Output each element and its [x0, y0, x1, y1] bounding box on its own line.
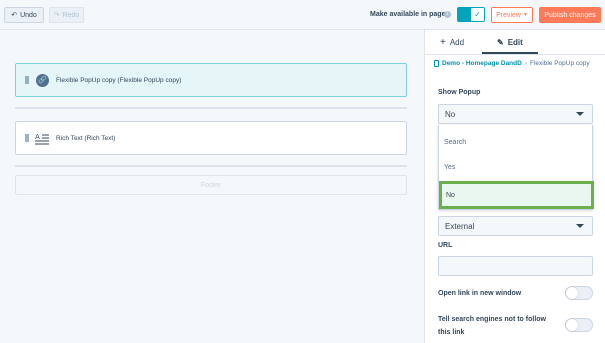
document-icon: [434, 60, 439, 67]
module-label: Flexible PopUp copy (Flexible PopUp copy…: [56, 76, 182, 84]
url-label: URL: [438, 242, 453, 249]
caret-down-icon: [576, 112, 584, 116]
chevron-down-icon: ▼: [522, 12, 528, 18]
pencil-icon: ✎: [497, 37, 504, 47]
show-popup-dropdown: Search Yes No: [438, 125, 594, 210]
undo-label: Undo: [20, 11, 37, 19]
tab-add-label: Add: [449, 37, 465, 47]
undo-button[interactable]: ↶ Undo: [4, 7, 44, 23]
toggle-knob: [566, 287, 578, 299]
plus-icon: +: [440, 36, 446, 48]
dropdown-option-yes[interactable]: Yes: [444, 164, 455, 171]
breadcrumb: Demo - Homepage DandD › Flexible PopUp c…: [434, 60, 590, 67]
footer-label: Footer: [200, 181, 222, 189]
drag-handle-icon[interactable]: [25, 76, 29, 84]
show-popup-label: Show Popup: [438, 89, 481, 96]
show-popup-select[interactable]: No: [438, 104, 593, 124]
module-label: Rich Text (Rich Text): [56, 134, 116, 142]
module-rich-text[interactable]: A Rich Text (Rich Text): [15, 121, 407, 155]
dropdown-option-no[interactable]: No: [439, 181, 594, 209]
link-icon: 🔗: [36, 73, 49, 87]
redo-label: Redo: [62, 11, 80, 19]
link-type-value: External: [445, 221, 475, 231]
dropdown-option-no-label: No: [446, 191, 455, 199]
footer-section: Footer: [15, 175, 407, 195]
make-available-label: Make available in pages: [370, 11, 450, 18]
breadcrumb-parent-link[interactable]: Demo - Homepage DandD: [442, 60, 522, 67]
preview-button[interactable]: Preview ▼: [491, 7, 533, 23]
preview-label: Preview: [496, 11, 521, 19]
module-flexible-popup[interactable]: 🔗 Flexible PopUp copy (Flexible PopUp co…: [15, 63, 407, 97]
breadcrumb-separator-icon: ›: [524, 60, 527, 67]
url-input[interactable]: [438, 256, 593, 276]
tab-edit-label: Edit: [507, 37, 523, 47]
drop-separator: [15, 107, 407, 109]
breadcrumb-current: Flexible PopUp copy: [530, 60, 590, 67]
tab-edit[interactable]: ✎ Edit: [497, 30, 523, 54]
drop-separator: [15, 165, 407, 167]
link-type-select[interactable]: External: [438, 216, 593, 236]
tab-divider: [425, 54, 605, 55]
open-new-window-label: Open link in new window: [438, 290, 522, 297]
drag-handle-icon[interactable]: [25, 134, 29, 142]
make-available-toggle[interactable]: ✓: [457, 7, 485, 22]
undo-icon: ↶: [11, 12, 18, 19]
tab-add[interactable]: + Add: [440, 30, 464, 54]
publish-button[interactable]: Publish changes: [539, 7, 601, 23]
check-icon: ✓: [471, 8, 484, 21]
no-follow-label: Tell search engines not to follow this l…: [438, 316, 546, 336]
edit-sidebar: + Add ✎ Edit Demo - Homepage DandD › Fle…: [424, 30, 605, 343]
redo-button[interactable]: ↷ Redo: [49, 7, 84, 23]
info-icon[interactable]: i: [444, 11, 451, 18]
svg-text:A: A: [35, 133, 40, 141]
top-toolbar: ↶ Undo ↷ Redo Make available in pages i …: [0, 0, 605, 30]
dropdown-search-input[interactable]: Search: [444, 139, 466, 146]
open-new-window-toggle[interactable]: [565, 286, 593, 300]
publish-label: Publish changes: [544, 11, 596, 19]
caret-down-icon: [576, 224, 584, 228]
redo-icon: ↷: [53, 12, 60, 19]
rich-text-icon: A: [35, 133, 49, 144]
editor-canvas: 🔗 Flexible PopUp copy (Flexible PopUp co…: [0, 30, 424, 343]
no-follow-toggle[interactable]: [565, 318, 593, 332]
toggle-knob: [566, 319, 578, 331]
show-popup-value: No: [445, 109, 456, 119]
